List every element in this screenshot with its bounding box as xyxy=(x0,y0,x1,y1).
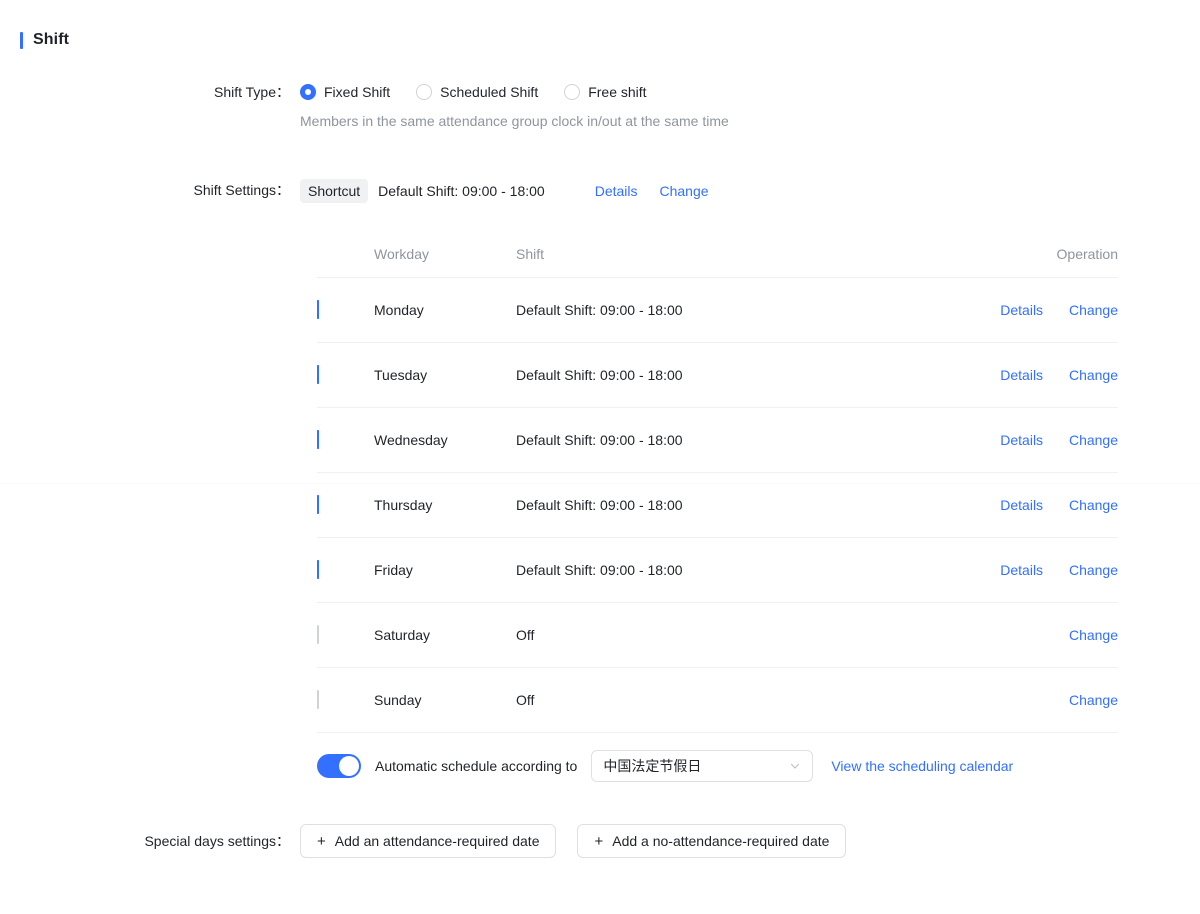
shift-type-hint: Members in the same attendance group clo… xyxy=(300,110,729,132)
shift-type-field: Fixed Shift Scheduled Shift Free shift M… xyxy=(300,81,729,132)
special-days-row: Special days settings： + Add an attendan… xyxy=(0,824,846,858)
checkbox-monday[interactable] xyxy=(317,300,319,319)
shift-settings-label: Shift Settings： xyxy=(0,179,300,201)
table-row: Sunday Off Change xyxy=(317,668,1118,733)
cell-workday: Friday xyxy=(374,562,516,578)
row-change-link[interactable]: Change xyxy=(1069,627,1118,643)
holiday-calendar-selected-value: 中国法定节假日 xyxy=(603,756,701,776)
cell-operation: Details Change xyxy=(938,367,1118,383)
radio-selected-icon xyxy=(300,84,316,100)
header-shift: Shift xyxy=(516,246,938,262)
default-shift-value: Default Shift: 09:00 - 18:00 xyxy=(378,183,545,199)
view-scheduling-calendar-link[interactable]: View the scheduling calendar xyxy=(831,758,1013,774)
cell-shift: Default Shift: 09:00 - 18:00 xyxy=(516,367,938,383)
shift-settings-row: Shift Settings： Shortcut Default Shift: … xyxy=(0,179,1200,203)
row-details-link[interactable]: Details xyxy=(1000,497,1043,513)
cell-operation: Details Change xyxy=(938,432,1118,448)
checkbox-friday[interactable] xyxy=(317,560,319,579)
cell-shift: Default Shift: 09:00 - 18:00 xyxy=(516,302,938,318)
radio-scheduled-shift-label: Scheduled Shift xyxy=(440,81,538,103)
cell-workday: Thursday xyxy=(374,497,516,513)
chevron-down-icon xyxy=(789,760,801,772)
radio-free-shift[interactable]: Free shift xyxy=(564,81,646,103)
table-row: Saturday Off Change xyxy=(317,603,1118,668)
row-checkbox-cell xyxy=(317,366,374,384)
row-change-link[interactable]: Change xyxy=(1069,367,1118,383)
table-row: Tuesday Default Shift: 09:00 - 18:00 Det… xyxy=(317,343,1118,408)
cell-shift: Default Shift: 09:00 - 18:00 xyxy=(516,432,938,448)
checkbox-tuesday[interactable] xyxy=(317,365,319,384)
cell-workday: Tuesday xyxy=(374,367,516,383)
row-details-link[interactable]: Details xyxy=(1000,302,1043,318)
row-change-link[interactable]: Change xyxy=(1069,562,1118,578)
add-no-attendance-required-date-button[interactable]: + Add a no-attendance-required date xyxy=(577,824,846,858)
row-checkbox-cell xyxy=(317,496,374,514)
add-attendance-required-date-button[interactable]: + Add an attendance-required date xyxy=(300,824,556,858)
workday-table: Workday Shift Operation Monday Default S… xyxy=(317,222,1118,795)
toggle-knob xyxy=(339,756,359,776)
table-row: Wednesday Default Shift: 09:00 - 18:00 D… xyxy=(317,408,1118,473)
page-scroll-divider xyxy=(0,483,1200,484)
page-title: Shift xyxy=(33,31,69,49)
auto-schedule-row: Automatic schedule according to 中国法定节假日 … xyxy=(317,733,1118,795)
row-change-link[interactable]: Change xyxy=(1069,497,1118,513)
header-workday: Workday xyxy=(374,246,516,262)
cell-shift: Default Shift: 09:00 - 18:00 xyxy=(516,497,938,513)
auto-schedule-toggle[interactable] xyxy=(317,754,361,778)
radio-free-shift-label: Free shift xyxy=(588,81,646,103)
row-checkbox-cell xyxy=(317,561,374,579)
cell-workday: Monday xyxy=(374,302,516,318)
plus-icon: + xyxy=(317,834,326,849)
cell-workday: Sunday xyxy=(374,692,516,708)
table-header-row: Workday Shift Operation xyxy=(317,222,1118,278)
row-checkbox-cell xyxy=(317,301,374,319)
radio-fixed-shift[interactable]: Fixed Shift xyxy=(300,81,390,103)
row-checkbox-cell xyxy=(317,626,374,644)
table-row: Monday Default Shift: 09:00 - 18:00 Deta… xyxy=(317,278,1118,343)
special-days-label: Special days settings： xyxy=(0,830,300,852)
plus-icon: + xyxy=(594,834,603,849)
cell-operation: Details Change xyxy=(938,302,1118,318)
cell-operation: Change xyxy=(938,627,1118,643)
radio-scheduled-shift[interactable]: Scheduled Shift xyxy=(416,81,538,103)
shift-type-label: Shift Type： xyxy=(0,81,300,103)
row-checkbox-cell xyxy=(317,431,374,449)
cell-shift: Off xyxy=(516,692,938,708)
shift-settings-field: Shortcut Default Shift: 09:00 - 18:00 De… xyxy=(300,179,709,203)
shift-type-radio-group: Fixed Shift Scheduled Shift Free shift xyxy=(300,81,729,103)
row-details-link[interactable]: Details xyxy=(1000,367,1043,383)
shift-settings-details-link[interactable]: Details xyxy=(595,183,638,199)
add-attendance-required-date-label: Add an attendance-required date xyxy=(335,833,540,849)
title-accent-bar xyxy=(20,32,23,49)
cell-workday: Wednesday xyxy=(374,432,516,448)
row-checkbox-cell xyxy=(317,691,374,709)
checkbox-saturday[interactable] xyxy=(317,625,319,644)
checkbox-sunday[interactable] xyxy=(317,690,319,709)
checkbox-wednesday[interactable] xyxy=(317,430,319,449)
row-details-link[interactable]: Details xyxy=(1000,562,1043,578)
radio-unselected-icon xyxy=(564,84,580,100)
row-change-link[interactable]: Change xyxy=(1069,302,1118,318)
cell-shift: Off xyxy=(516,627,938,643)
cell-workday: Saturday xyxy=(374,627,516,643)
header-operation: Operation xyxy=(938,246,1118,262)
shift-type-row: Shift Type： Fixed Shift Scheduled Shift … xyxy=(0,81,1200,132)
add-no-attendance-required-date-label: Add a no-attendance-required date xyxy=(612,833,829,849)
cell-operation: Change xyxy=(938,692,1118,708)
table-row: Friday Default Shift: 09:00 - 18:00 Deta… xyxy=(317,538,1118,603)
auto-schedule-label: Automatic schedule according to xyxy=(375,758,577,774)
page-header: Shift xyxy=(0,0,1200,52)
shift-settings-change-link[interactable]: Change xyxy=(660,183,709,199)
holiday-calendar-select[interactable]: 中国法定节假日 xyxy=(591,750,813,782)
row-change-link[interactable]: Change xyxy=(1069,692,1118,708)
radio-unselected-icon xyxy=(416,84,432,100)
cell-operation: Details Change xyxy=(938,562,1118,578)
row-details-link[interactable]: Details xyxy=(1000,432,1043,448)
radio-fixed-shift-label: Fixed Shift xyxy=(324,81,390,103)
checkbox-thursday[interactable] xyxy=(317,495,319,514)
shortcut-tag: Shortcut xyxy=(300,179,368,203)
cell-operation: Details Change xyxy=(938,497,1118,513)
cell-shift: Default Shift: 09:00 - 18:00 xyxy=(516,562,938,578)
row-change-link[interactable]: Change xyxy=(1069,432,1118,448)
